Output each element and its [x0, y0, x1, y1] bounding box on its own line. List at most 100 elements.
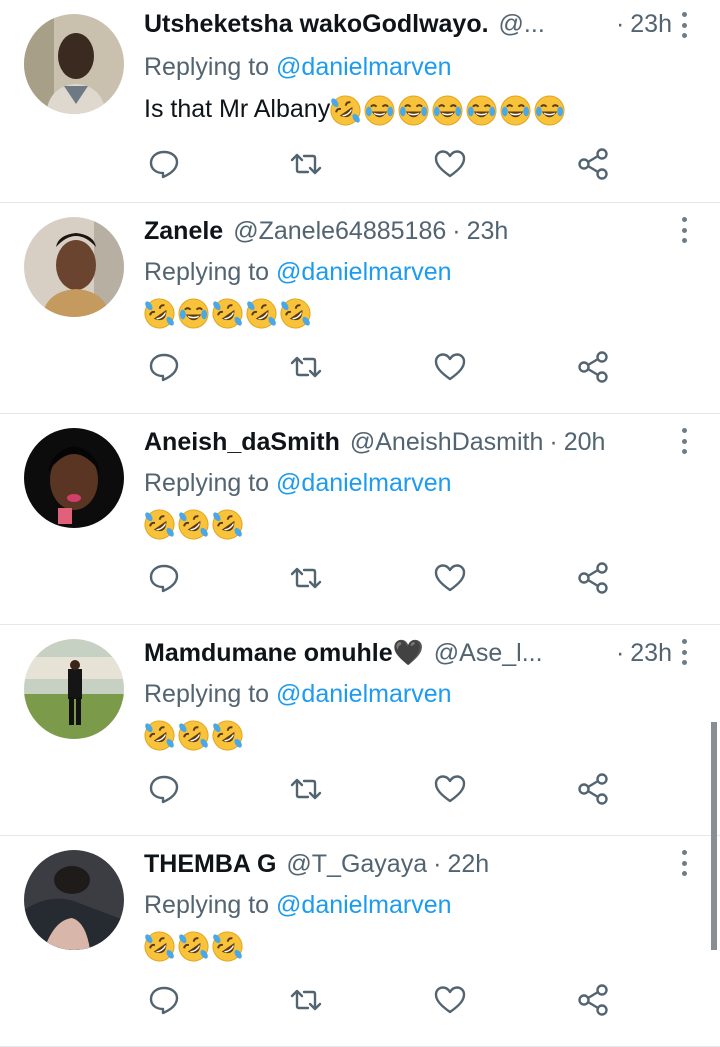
rofl-emoji-icon [212, 720, 243, 751]
like-button[interactable] [432, 146, 468, 182]
reply-button[interactable] [146, 982, 182, 1018]
display-name[interactable]: Utsheketsha wakoGodlwayo. [144, 6, 489, 42]
retweet-icon [290, 153, 322, 175]
replying-to-label: Replying to [144, 469, 270, 497]
reply-button[interactable] [146, 771, 182, 807]
reply-tweet[interactable]: Zanele @Zanele64885186 · 23h Replying to… [0, 203, 720, 414]
tweet-header: Utsheketsha wakoGodlwayo. @... · 23h [144, 6, 672, 42]
retweet-button[interactable] [288, 349, 324, 385]
replying-to-label: Replying to [144, 680, 270, 708]
more-icon[interactable] [678, 850, 690, 876]
reply-tweet[interactable]: Utsheketsha wakoGodlwayo. @... · 23h Rep… [0, 0, 720, 203]
retweet-icon [290, 778, 322, 800]
retweet-button[interactable] [288, 771, 324, 807]
rofl-emoji-icon [330, 95, 361, 126]
reply-tweet[interactable]: Mamdumane omuhle🖤 @Ase_l... · 23h Replyi… [0, 625, 720, 836]
user-handle[interactable]: @... [499, 6, 545, 42]
reply-button[interactable] [146, 146, 182, 182]
rofl-emoji-icon [212, 931, 243, 962]
display-name[interactable]: Zanele [144, 213, 223, 249]
joy-emoji-icon [398, 95, 429, 126]
reply-button[interactable] [146, 560, 182, 596]
rofl-emoji-icon [144, 720, 175, 751]
share-button[interactable] [576, 349, 612, 385]
rofl-emoji-icon [178, 931, 209, 962]
user-handle[interactable]: @Ase_l... [434, 635, 543, 671]
mention-link[interactable]: @danielmarven [276, 53, 451, 81]
mention-link[interactable]: @danielmarven [276, 469, 451, 497]
share-button[interactable] [576, 146, 612, 182]
share-icon [578, 351, 608, 383]
user-handle[interactable]: @T_Gayaya [286, 846, 427, 882]
action-bar [146, 771, 616, 807]
separator-dot: · [615, 10, 625, 38]
tweet-header: Mamdumane omuhle🖤 @Ase_l... · 23h [144, 635, 672, 671]
replies-feed: Utsheketsha wakoGodlwayo. @... · 23h Rep… [0, 0, 720, 1047]
share-icon [578, 984, 608, 1016]
reply-icon [149, 986, 179, 1015]
display-name[interactable]: THEMBA G [144, 846, 276, 882]
reply-tweet[interactable]: THEMBA G @T_Gayaya · 22h Replying to @da… [0, 836, 720, 1047]
avatar[interactable] [24, 639, 124, 739]
user-handle[interactable]: @Zanele64885186 [233, 213, 446, 249]
emoji-row [144, 509, 246, 540]
retweet-button[interactable] [288, 560, 324, 596]
emoji-row [144, 298, 314, 329]
mention-link[interactable]: @danielmarven [276, 258, 451, 286]
replying-to-label: Replying to [144, 53, 270, 81]
timestamp[interactable]: 20h [564, 424, 606, 460]
rofl-emoji-icon [178, 720, 209, 751]
share-button[interactable] [576, 771, 612, 807]
joy-emoji-icon [534, 95, 565, 126]
rofl-emoji-icon [144, 298, 175, 329]
heart-icon [434, 986, 466, 1014]
share-button[interactable] [576, 982, 612, 1018]
action-bar [146, 560, 616, 596]
avatar[interactable] [24, 14, 124, 114]
retweet-button[interactable] [288, 146, 324, 182]
rofl-emoji-icon [144, 931, 175, 962]
more-icon[interactable] [678, 428, 690, 454]
action-bar [146, 982, 616, 1018]
timestamp[interactable]: 22h [447, 846, 489, 882]
joy-emoji-icon [178, 298, 209, 329]
rofl-emoji-icon [212, 509, 243, 540]
replying-to: Replying to @danielmarven [144, 255, 452, 289]
display-name[interactable]: Aneish_daSmith [144, 424, 340, 460]
reply-button[interactable] [146, 349, 182, 385]
avatar[interactable] [24, 428, 124, 528]
mention-link[interactable]: @danielmarven [276, 891, 451, 919]
like-button[interactable] [432, 771, 468, 807]
more-icon[interactable] [678, 217, 690, 243]
like-button[interactable] [432, 349, 468, 385]
rofl-emoji-icon [212, 298, 243, 329]
rofl-emoji-icon [144, 509, 175, 540]
tweet-text-content: Is that Mr Albany [144, 95, 331, 123]
action-bar [146, 349, 616, 385]
timestamp[interactable]: 23h [467, 213, 509, 249]
more-icon[interactable] [678, 639, 690, 665]
joy-emoji-icon [500, 95, 531, 126]
reply-tweet[interactable]: Aneish_daSmith @AneishDasmith · 20h Repl… [0, 414, 720, 625]
avatar[interactable] [24, 217, 124, 317]
reply-icon [149, 775, 179, 804]
retweet-button[interactable] [288, 982, 324, 1018]
share-button[interactable] [576, 560, 612, 596]
like-button[interactable] [432, 982, 468, 1018]
like-button[interactable] [432, 560, 468, 596]
replying-to: Replying to @danielmarven [144, 677, 452, 711]
replying-to-label: Replying to [144, 891, 270, 919]
retweet-icon [290, 567, 322, 589]
mention-link[interactable]: @danielmarven [276, 680, 451, 708]
timestamp[interactable]: 23h [630, 635, 672, 671]
user-handle[interactable]: @AneishDasmith [350, 424, 544, 460]
tweet-text [144, 717, 246, 751]
timestamp[interactable]: 23h [630, 6, 672, 42]
tweet-header: Aneish_daSmith @AneishDasmith · 20h [144, 424, 672, 460]
avatar[interactable] [24, 850, 124, 950]
display-name[interactable]: Mamdumane omuhle🖤 [144, 635, 424, 671]
scrollbar[interactable] [711, 722, 717, 950]
share-icon [578, 773, 608, 805]
more-icon[interactable] [678, 12, 690, 38]
action-bar [146, 146, 616, 182]
